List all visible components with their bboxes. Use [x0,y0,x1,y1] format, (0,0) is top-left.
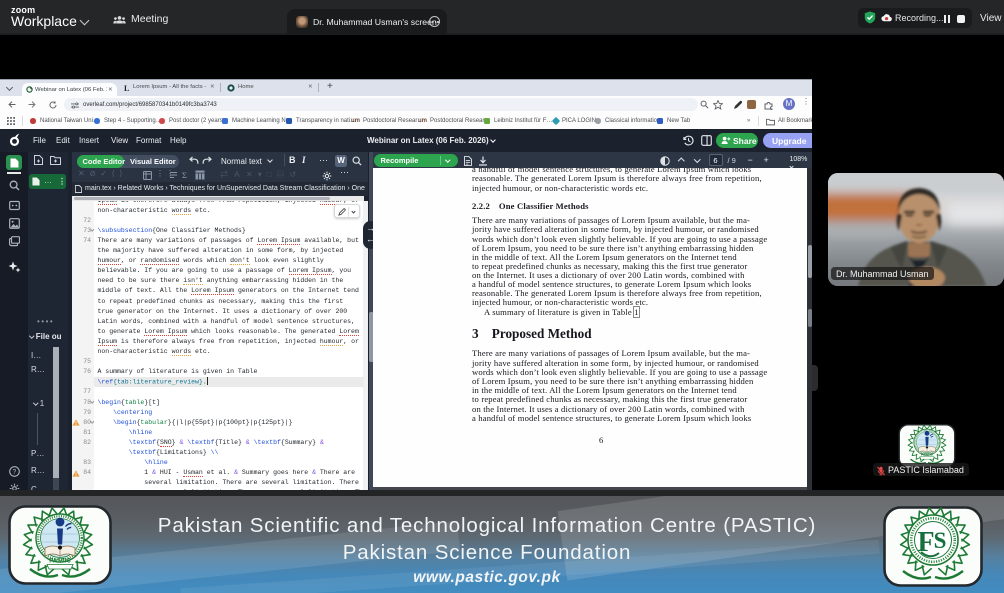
svg-text:PASTIC: PASTIC [921,453,933,457]
svg-text:?: ? [12,469,16,476]
svg-text:F: F [917,527,934,558]
svg-text:S: S [934,528,947,553]
svg-text:PASTIC: PASTIC [49,559,71,565]
